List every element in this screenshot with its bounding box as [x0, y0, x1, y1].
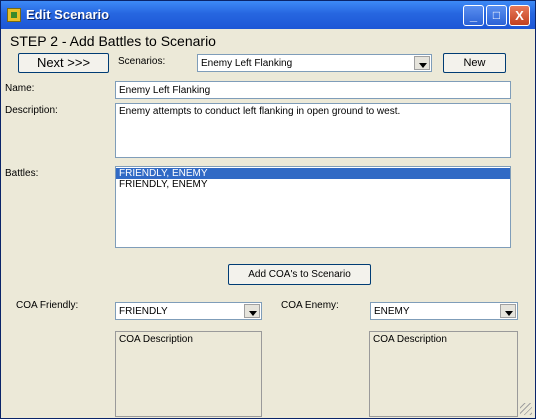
- coa-enemy-description: COA Description: [369, 331, 518, 417]
- new-button[interactable]: New: [443, 53, 506, 73]
- coa-enemy-label: COA Enemy:: [281, 300, 339, 311]
- chevron-down-icon[interactable]: [500, 304, 516, 318]
- chevron-down-icon[interactable]: [244, 304, 260, 318]
- coa-enemy-selected-value: ENEMY: [374, 306, 410, 317]
- battles-listbox[interactable]: FRIENDLY, ENEMY FRIENDLY, ENEMY: [115, 166, 511, 248]
- coa-friendly-selected-value: FRIENDLY: [119, 306, 168, 317]
- coa-friendly-label: COA Friendly:: [16, 300, 79, 311]
- window-title: Edit Scenario: [26, 7, 110, 22]
- battles-list-item[interactable]: FRIENDLY, ENEMY: [116, 168, 510, 179]
- chevron-down-icon[interactable]: [414, 56, 430, 70]
- description-textarea[interactable]: Enemy attempts to conduct left flanking …: [115, 103, 511, 158]
- description-label: Description:: [5, 105, 58, 116]
- next-button[interactable]: Next >>>: [18, 53, 109, 73]
- name-label: Name:: [5, 83, 35, 94]
- add-coa-button[interactable]: Add COA's to Scenario: [228, 264, 371, 285]
- minimize-button[interactable]: _: [463, 5, 484, 26]
- resize-grip-icon[interactable]: [520, 403, 532, 415]
- close-button[interactable]: X: [509, 5, 530, 26]
- app-icon: [7, 8, 21, 22]
- name-field[interactable]: Enemy Left Flanking: [115, 81, 511, 99]
- scenarios-label: Scenarios:: [118, 56, 166, 67]
- maximize-button[interactable]: □: [486, 5, 507, 26]
- coa-enemy-combobox[interactable]: ENEMY: [370, 302, 518, 320]
- coa-friendly-combobox[interactable]: FRIENDLY: [115, 302, 262, 320]
- battles-label: Battles:: [5, 168, 39, 179]
- scenarios-selected-value: Enemy Left Flanking: [201, 58, 293, 69]
- title-bar[interactable]: Edit Scenario _ □ X: [1, 1, 535, 29]
- step-heading: STEP 2 - Add Battles to Scenario: [10, 33, 216, 49]
- battles-list-item[interactable]: FRIENDLY, ENEMY: [116, 179, 510, 190]
- scenarios-combobox[interactable]: Enemy Left Flanking: [197, 54, 432, 72]
- edit-scenario-window: Edit Scenario _ □ X STEP 2 - Add Battles…: [0, 0, 536, 419]
- coa-friendly-description: COA Description: [115, 331, 262, 417]
